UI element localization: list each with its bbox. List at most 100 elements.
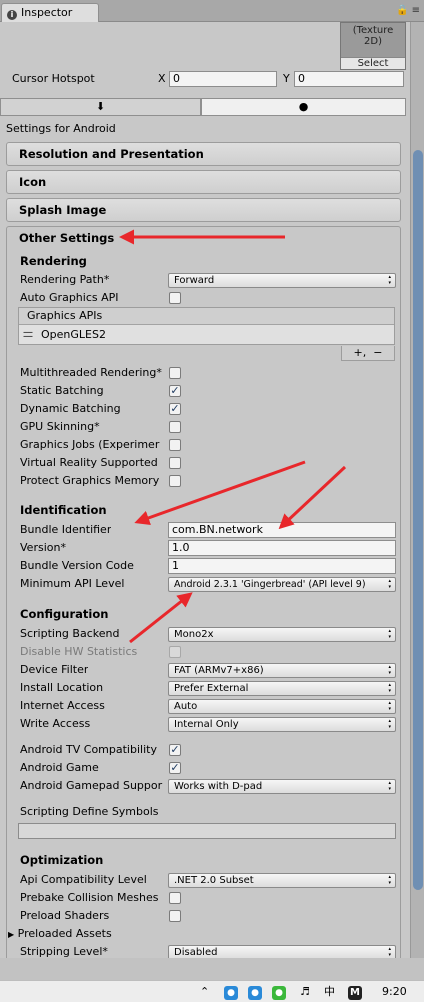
gamepad-dropdown[interactable]: Works with D-pad [168, 779, 396, 794]
multithreaded-checkbox[interactable] [169, 367, 181, 379]
ime-indicator[interactable]: 中 [324, 985, 335, 999]
lock-icon[interactable]: 🔒 [396, 5, 408, 16]
platform-tabs: ⬇ ● [0, 98, 406, 116]
wechat-icon[interactable]: ● [272, 985, 286, 1000]
rendering-path-label: Rendering Path* [20, 273, 110, 286]
write-access-dropdown[interactable]: Internal Only [168, 717, 396, 732]
scrollbar-thumb[interactable] [413, 150, 423, 890]
disable-hw-stats-checkbox [169, 646, 181, 658]
internet-access-dropdown[interactable]: Auto [168, 699, 396, 714]
hotspot-x-field[interactable]: 0 [169, 71, 277, 87]
menu-icon[interactable]: ≡ [412, 5, 420, 16]
preload-shaders-label: Preload Shaders [20, 909, 110, 922]
info-icon: i [7, 10, 17, 20]
api-compat-dropdown[interactable]: .NET 2.0 Subset [168, 873, 396, 888]
tray-app-icon[interactable]: ● [224, 985, 238, 1000]
gpu-skinning-checkbox[interactable] [169, 421, 181, 433]
rendering-heading: Rendering [20, 254, 87, 268]
configuration-heading: Configuration [20, 607, 109, 621]
internet-access-label: Internet Access [20, 699, 105, 712]
protect-memory-checkbox[interactable] [169, 475, 181, 487]
install-location-label: Install Location [20, 681, 104, 694]
download-icon: ⬇ [95, 100, 106, 113]
android-game-checkbox[interactable]: ✓ [169, 762, 181, 774]
prebake-label: Prebake Collision Meshes [20, 891, 159, 904]
dynamic-batching-label: Dynamic Batching [20, 402, 121, 415]
dynamic-batching-checkbox[interactable]: ✓ [169, 403, 181, 415]
auto-graphics-checkbox[interactable] [169, 292, 181, 304]
bundle-code-label: Bundle Version Code [20, 559, 134, 572]
min-api-label: Minimum API Level [20, 577, 125, 590]
vr-supported-label: Virtual Reality Supported [20, 456, 158, 469]
optimization-heading: Optimization [20, 853, 104, 867]
hotspot-y-label: Y [283, 72, 290, 85]
gamepad-label: Android Gamepad Suppor [20, 779, 163, 792]
gpu-skinning-label: GPU Skinning* [20, 420, 100, 433]
graphics-api-item-label: OpenGLES2 [41, 328, 106, 341]
scripting-backend-label: Scripting Backend [20, 627, 120, 640]
multithreaded-label: Multithreaded Rendering* [20, 366, 162, 379]
graphics-apis-list: Graphics APIs — — OpenGLES2 [18, 307, 395, 345]
android-tv-label: Android TV Compatibility [20, 743, 157, 756]
tray-app2-icon[interactable]: ● [248, 985, 262, 1000]
device-filter-dropdown[interactable]: FAT (ARMv7+x86) [168, 663, 396, 678]
bundle-id-label: Bundle Identifier [20, 523, 112, 536]
define-symbols-field[interactable] [18, 823, 396, 839]
rendering-path-dropdown[interactable]: Forward [168, 273, 396, 288]
preloaded-assets-foldout[interactable]: ▶ Preloaded Assets [8, 926, 112, 942]
version-label: Version* [20, 541, 66, 554]
section-resolution[interactable]: Resolution and Presentation [6, 142, 401, 166]
identification-heading: Identification [20, 503, 107, 517]
scripting-backend-dropdown[interactable]: Mono2x [168, 627, 396, 642]
prebake-checkbox[interactable] [169, 892, 181, 904]
inspector-tab[interactable]: i Inspector [1, 3, 99, 22]
m-label: M [348, 986, 362, 1000]
clock[interactable]: 9:20 [382, 985, 407, 999]
android-game-label: Android Game [20, 761, 99, 774]
system-taskbar: ⌃ ● ● ● ♬ 中 M 9:20 [0, 980, 424, 1002]
add-api-button[interactable]: +, [354, 346, 367, 359]
speaker-icon[interactable]: ♬ [300, 985, 310, 999]
graphics-api-item[interactable]: — — OpenGLES2 [19, 325, 394, 345]
vr-supported-checkbox[interactable] [169, 457, 181, 469]
section-other-settings-title[interactable]: Other Settings [19, 231, 114, 245]
graphics-apis-header: Graphics APIs [19, 308, 394, 325]
texture-select-button[interactable]: Select [341, 57, 405, 69]
disable-hw-stats-label: Disable HW Statistics [20, 645, 138, 658]
graphics-jobs-checkbox[interactable] [169, 439, 181, 451]
inspector-panel: (Texture 2D) Select Cursor Hotspot X 0 Y… [0, 22, 410, 958]
device-filter-label: Device Filter [20, 663, 89, 676]
bundle-code-field[interactable]: 1 [168, 558, 396, 574]
hotspot-y-field[interactable]: 0 [294, 71, 404, 87]
version-field[interactable]: 1.0 [168, 540, 396, 556]
preloaded-assets-label: Preloaded Assets [17, 927, 112, 940]
write-access-label: Write Access [20, 717, 91, 730]
vertical-scrollbar[interactable] [410, 22, 424, 958]
platform-tab-standalone[interactable]: ⬇ [0, 98, 201, 116]
remove-api-button[interactable]: − [373, 346, 382, 359]
android-icon: ● [298, 100, 309, 113]
inspector-tab-title: Inspector [21, 6, 73, 19]
m-indicator[interactable]: M [348, 985, 362, 1000]
define-symbols-label: Scripting Define Symbols [20, 805, 159, 818]
api-compat-label: Api Compatibility Level [20, 873, 147, 886]
install-location-dropdown[interactable]: Prefer External [168, 681, 396, 696]
static-batching-checkbox[interactable]: ✓ [169, 385, 181, 397]
expand-arrow-icon: ▶ [8, 930, 15, 939]
drag-handle-icon[interactable]: — — [23, 328, 33, 342]
graphics-apis-controls: +, − [341, 346, 395, 361]
texture-caption-line1: (Texture [352, 25, 394, 36]
section-icon[interactable]: Icon [6, 170, 401, 194]
preload-shaders-checkbox[interactable] [169, 910, 181, 922]
static-batching-label: Static Batching [20, 384, 104, 397]
chevron-up-icon[interactable]: ⌃ [200, 985, 209, 999]
section-splash[interactable]: Splash Image [6, 198, 401, 222]
auto-graphics-label: Auto Graphics API [20, 291, 119, 304]
texture-preview: (Texture 2D) Select [340, 22, 406, 70]
settings-for-label: Settings for Android [6, 122, 116, 135]
min-api-dropdown[interactable]: Android 2.3.1 'Gingerbread' (API level 9… [168, 577, 396, 592]
android-tv-checkbox[interactable]: ✓ [169, 744, 181, 756]
stripping-dropdown[interactable]: Disabled [168, 945, 396, 958]
platform-tab-android[interactable]: ● [201, 98, 406, 116]
bundle-id-field[interactable]: com.BN.network [168, 522, 396, 538]
